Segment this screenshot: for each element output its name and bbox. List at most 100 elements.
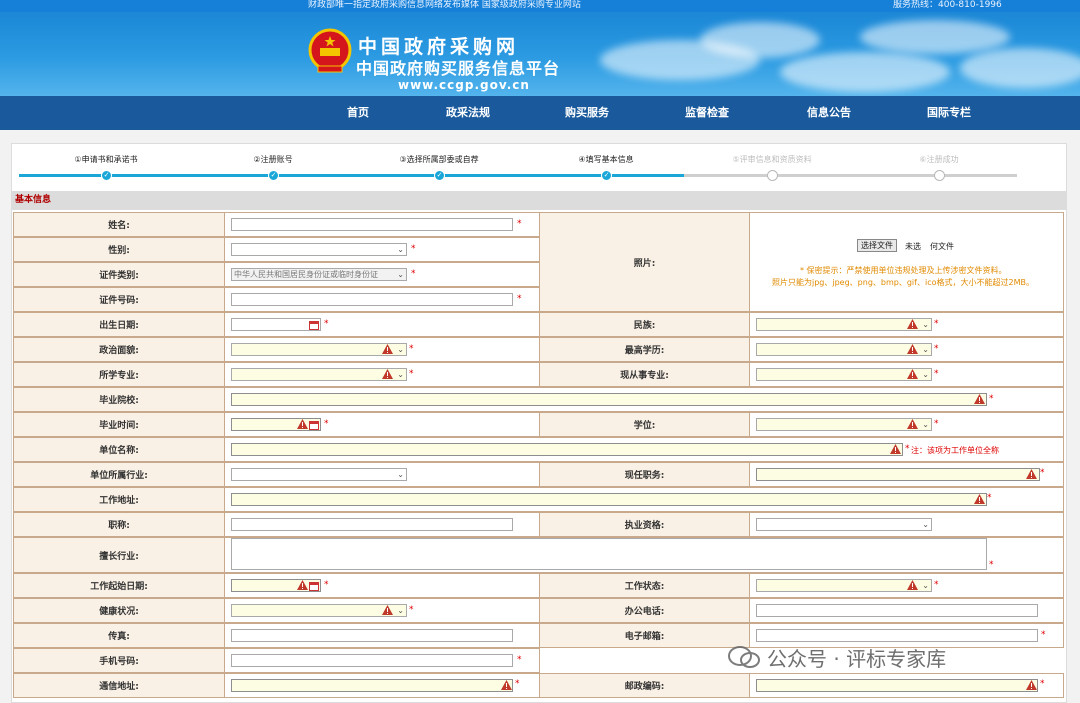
nav-purchase-services[interactable]: 购买服务 bbox=[532, 96, 642, 130]
required-mark: * bbox=[409, 605, 414, 615]
chevron-down-icon: ⌄ bbox=[922, 320, 929, 329]
gender-label: 性别: bbox=[13, 237, 225, 262]
nav-announcements[interactable]: 信息公告 bbox=[774, 96, 884, 130]
chevron-down-icon: ⌄ bbox=[397, 470, 404, 479]
required-mark: * bbox=[989, 560, 994, 570]
org-input[interactable] bbox=[231, 443, 903, 456]
workstatus-select[interactable]: ⌄ bbox=[756, 579, 932, 592]
main-nav: 首页 政采法规 购买服务 监督检查 信息公告 国际专栏 bbox=[0, 96, 1080, 130]
calendar-icon[interactable] bbox=[309, 581, 319, 591]
step-label: ①申请书和承诺书 bbox=[74, 155, 138, 164]
nav-supervision[interactable]: 监督检查 bbox=[652, 96, 762, 130]
post-label: 现任职务: bbox=[539, 462, 750, 487]
title-input[interactable] bbox=[231, 518, 513, 531]
chevron-down-icon: ⌄ bbox=[397, 370, 404, 379]
officephone-input[interactable] bbox=[756, 604, 1038, 617]
workstatus-label: 工作状态: bbox=[539, 573, 750, 598]
degree-select[interactable]: ⌄ bbox=[756, 418, 932, 431]
required-mark: * bbox=[934, 319, 939, 329]
political-cell: ⌄ * bbox=[224, 337, 540, 362]
mailaddr-input[interactable] bbox=[231, 679, 513, 692]
step-label: ⑤评审信息和资质资料 bbox=[732, 155, 812, 164]
step-label: ②注册账号 bbox=[253, 155, 293, 164]
mailaddr-cell: * bbox=[224, 673, 540, 698]
required-mark: * bbox=[1040, 679, 1045, 689]
speciality-textarea[interactable] bbox=[231, 538, 987, 570]
required-mark: * bbox=[989, 394, 994, 404]
school-input[interactable] bbox=[231, 393, 987, 406]
top-notice: 财政部唯一指定政府采购信息网络发布媒体 国家级政府采购专业网站 bbox=[308, 0, 581, 10]
idtype-value: 中华人民共和国居民身份证或临时身份证 bbox=[234, 270, 378, 279]
political-select[interactable]: ⌄ bbox=[231, 343, 407, 356]
nav-laws[interactable]: 政采法规 bbox=[413, 96, 523, 130]
industry-cell: ⌄ bbox=[224, 462, 540, 487]
qual-cell: ⌄ bbox=[749, 512, 1064, 537]
workstart-cell: * bbox=[224, 573, 540, 598]
nav-international[interactable]: 国际专栏 bbox=[894, 96, 1004, 130]
photo-label: 照片: bbox=[539, 212, 750, 312]
warning-icon bbox=[907, 369, 918, 379]
zip-input[interactable] bbox=[756, 679, 1038, 692]
idtype-select[interactable]: 中华人民共和国居民身份证或临时身份证 ⌄ bbox=[231, 268, 407, 281]
photo-security-hint: * 保密提示：严禁使用单位违规处理及上传涉密文件资料。 bbox=[800, 266, 1007, 275]
step-1: ①申请书和承诺书 ✓ bbox=[41, 154, 171, 181]
choose-file-button[interactable]: 选择文件 bbox=[857, 239, 897, 252]
name-cell: * bbox=[224, 212, 540, 237]
nav-home[interactable]: 首页 bbox=[303, 96, 413, 130]
degree-label: 学位: bbox=[539, 412, 750, 437]
warning-icon bbox=[890, 444, 901, 454]
birth-date-input[interactable] bbox=[231, 318, 321, 331]
idno-input[interactable] bbox=[231, 293, 513, 306]
gradtime-label: 毕业时间: bbox=[13, 412, 225, 437]
required-mark: * bbox=[517, 294, 522, 304]
officephone-label: 办公电话: bbox=[539, 598, 750, 623]
industry-select[interactable]: ⌄ bbox=[231, 468, 407, 481]
gradtime-cell: * bbox=[224, 412, 540, 437]
site-domain: www.ccgp.gov.cn bbox=[398, 78, 530, 92]
idno-label: 证件号码: bbox=[13, 287, 225, 312]
idtype-label: 证件类别: bbox=[13, 262, 225, 287]
health-select[interactable]: ⌄ bbox=[231, 604, 407, 617]
warning-icon bbox=[974, 394, 985, 404]
edu-select[interactable]: ⌄ bbox=[756, 343, 932, 356]
chevron-down-icon: ⌄ bbox=[397, 345, 404, 354]
org-label: 单位名称: bbox=[13, 437, 225, 462]
political-label: 政治面貌: bbox=[13, 337, 225, 362]
major-select[interactable]: ⌄ bbox=[231, 368, 407, 381]
warning-icon bbox=[1026, 680, 1037, 690]
fax-label: 传真: bbox=[13, 623, 225, 648]
calendar-icon[interactable] bbox=[309, 320, 319, 330]
post-input[interactable] bbox=[756, 468, 1040, 481]
email-label: 电子邮箱: bbox=[539, 623, 750, 648]
edu-label: 最高学历: bbox=[539, 337, 750, 362]
degree-cell: ⌄ * bbox=[749, 412, 1064, 437]
required-mark: * bbox=[409, 344, 414, 354]
site-subtitle: 中国政府购买服务信息平台 bbox=[356, 59, 561, 78]
speciality-cell: * bbox=[224, 537, 1064, 573]
speciality-label: 擅长行业: bbox=[13, 537, 225, 573]
industry-label: 单位所属行业: bbox=[13, 462, 225, 487]
curmajor-select[interactable]: ⌄ bbox=[756, 368, 932, 381]
qual-select[interactable]: ⌄ bbox=[756, 518, 932, 531]
top-bar: 财政部唯一指定政府采购信息网络发布媒体 国家级政府采购专业网站 服务热线：400… bbox=[0, 0, 1080, 12]
ethnic-label: 民族: bbox=[539, 312, 750, 337]
required-mark: * bbox=[411, 244, 416, 254]
gender-select[interactable]: ⌄ bbox=[231, 243, 407, 256]
warning-icon bbox=[382, 344, 393, 354]
warning-icon bbox=[501, 680, 512, 690]
mobile-input[interactable] bbox=[231, 654, 513, 667]
photo-cell: 选择文件 未选 何文件 * 保密提示：严禁使用单位违规处理及上传涉密文件资料。 … bbox=[749, 212, 1064, 312]
fax-input[interactable] bbox=[231, 629, 513, 642]
ethnic-select[interactable]: ⌄ bbox=[756, 318, 932, 331]
warning-icon bbox=[382, 369, 393, 379]
name-input[interactable] bbox=[231, 218, 513, 231]
chevron-down-icon: ⌄ bbox=[922, 581, 929, 590]
wechat-icon bbox=[728, 646, 760, 668]
required-mark: * bbox=[1041, 630, 1046, 640]
email-input[interactable] bbox=[756, 629, 1038, 642]
required-mark: * bbox=[905, 444, 910, 454]
health-label: 健康状况: bbox=[13, 598, 225, 623]
work-address-input[interactable] bbox=[231, 493, 987, 506]
calendar-icon[interactable] bbox=[309, 420, 319, 430]
ethnic-cell: ⌄ * bbox=[749, 312, 1064, 337]
